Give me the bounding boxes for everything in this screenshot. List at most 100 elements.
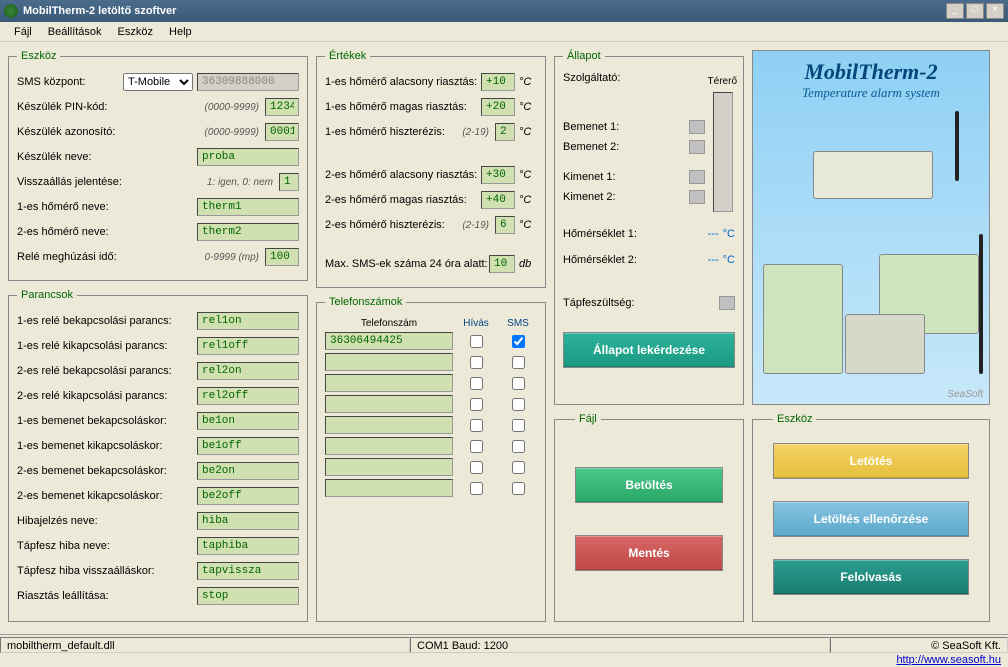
call-checkbox-6[interactable] [470, 461, 483, 474]
eszkoz-legend: Eszköz [17, 50, 60, 62]
status-file: mobiltherm_default.dll [0, 637, 410, 653]
r1on-input[interactable] [197, 312, 299, 330]
h1hist-input[interactable] [495, 123, 515, 141]
device-icon [845, 314, 925, 374]
titlebar: MobilTherm-2 letöltő szoftver _ □ × [0, 0, 1008, 22]
parancsok-legend: Parancsok [17, 289, 77, 301]
call-checkbox-1[interactable] [470, 356, 483, 369]
phone-input-1[interactable] [325, 353, 453, 371]
h1high-input[interactable] [481, 98, 515, 116]
sms-kozpont-select[interactable]: T-Mobile [123, 73, 193, 91]
sms-checkbox-3[interactable] [512, 398, 525, 411]
close-button[interactable]: × [986, 3, 1004, 19]
tap-label: Tápfeszültség: [563, 297, 719, 309]
be1-label: Bemenet 1: [563, 121, 689, 133]
h2low-input[interactable] [481, 166, 515, 184]
download-button[interactable]: Letötés [773, 443, 969, 479]
rele-input[interactable] [265, 248, 299, 266]
load-button[interactable]: Betöltés [575, 467, 723, 503]
menu-file[interactable]: Fájl [6, 24, 40, 40]
hiba-input[interactable] [197, 512, 299, 530]
call-checkbox-4[interactable] [470, 419, 483, 432]
menu-tool[interactable]: Eszköz [110, 24, 161, 40]
sms-checkbox-4[interactable] [512, 419, 525, 432]
phone-input-7[interactable] [325, 479, 453, 497]
menu-settings[interactable]: Beállítások [40, 24, 110, 40]
sms-checkbox-6[interactable] [512, 461, 525, 474]
product-title: MobilTherm-2 [753, 59, 989, 85]
r2on-label: 2-es relé bekapcsolási parancs: [17, 365, 197, 377]
read-button[interactable]: Felolvasás [773, 559, 969, 595]
pin-hint: (0000-9999) [205, 102, 259, 113]
t2-value: --- [708, 254, 719, 266]
nev-label: Készülék neve: [17, 151, 197, 163]
azonosito-input[interactable] [265, 123, 299, 141]
h1low-input[interactable] [481, 73, 515, 91]
t1-label: Hőmérséklet 1: [563, 228, 708, 240]
b1on-input[interactable] [197, 412, 299, 430]
celsius-unit: °C [519, 76, 537, 88]
sms-col-header: SMS [499, 318, 537, 329]
h2high-input[interactable] [481, 191, 515, 209]
sms-checkbox-5[interactable] [512, 440, 525, 453]
t1-value: --- [708, 228, 719, 240]
verify-button[interactable]: Letöltés ellenőrzése [773, 501, 969, 537]
minimize-button[interactable]: _ [946, 3, 964, 19]
call-checkbox-7[interactable] [470, 482, 483, 495]
phone-input-3[interactable] [325, 395, 453, 413]
query-status-button[interactable]: Állapot lekérdezése [563, 332, 735, 368]
h1-name-input[interactable] [197, 198, 299, 216]
rele-hint: 0-9999 (mp) [205, 252, 259, 263]
b2on-input[interactable] [197, 462, 299, 480]
save-button[interactable]: Mentés [575, 535, 723, 571]
h2-name-input[interactable] [197, 223, 299, 241]
eszkoz-group: Eszköz SMS központ: T-Mobile Készülék PI… [8, 50, 308, 281]
nev-input[interactable] [197, 148, 299, 166]
h2hist-input[interactable] [495, 216, 515, 234]
phone-input-4[interactable] [325, 416, 453, 434]
allapot-group: Állapot Térerő Szolgáltató: Bemenet 1: B… [554, 50, 744, 405]
telefon-group: Telefonszámok Telefonszám Hívás SMS [316, 296, 546, 622]
phone-input-6[interactable] [325, 458, 453, 476]
h1-name-label: 1-es hőmérő neve: [17, 201, 197, 213]
call-checkbox-2[interactable] [470, 377, 483, 390]
call-checkbox-3[interactable] [470, 398, 483, 411]
vissza-input[interactable] [279, 173, 299, 191]
call-checkbox-0[interactable] [470, 335, 483, 348]
phone-input-5[interactable] [325, 437, 453, 455]
app-icon [4, 4, 18, 18]
call-col-header: Hívás [457, 318, 495, 329]
azonosito-hint: (0000-9999) [205, 127, 259, 138]
sms-checkbox-7[interactable] [512, 482, 525, 495]
website-link[interactable]: http://www.seasoft.hu [896, 654, 1001, 666]
be1-indicator [689, 120, 705, 134]
pin-input[interactable] [265, 98, 299, 116]
h1low-label: 1-es hőmérő alacsony riasztás: [325, 76, 481, 88]
b2on-label: 2-es bemenet bekapcsoláskor: [17, 465, 197, 477]
phone-input-0[interactable] [325, 332, 453, 350]
stop-input[interactable] [197, 587, 299, 605]
signal-meter [713, 92, 733, 212]
sms-kozpont-label: SMS központ: [17, 76, 123, 88]
antenna-icon [979, 234, 983, 374]
r2on-input[interactable] [197, 362, 299, 380]
sms-checkbox-0[interactable] [512, 335, 525, 348]
b1off-input[interactable] [197, 437, 299, 455]
maximize-button[interactable]: □ [966, 3, 984, 19]
tapvissza-input[interactable] [197, 562, 299, 580]
menu-help[interactable]: Help [161, 24, 200, 40]
sms-checkbox-2[interactable] [512, 377, 525, 390]
brand-logo: SeaSoft [947, 389, 983, 400]
sms-checkbox-1[interactable] [512, 356, 525, 369]
phone-input-2[interactable] [325, 374, 453, 392]
fajl-legend: Fájl [575, 413, 601, 425]
sms-kozpont-number[interactable] [197, 73, 299, 91]
maxsms-input[interactable] [489, 255, 515, 273]
r2off-input[interactable] [197, 387, 299, 405]
b2off-input[interactable] [197, 487, 299, 505]
r1on-label: 1-es relé bekapcsolási parancs: [17, 315, 197, 327]
call-checkbox-5[interactable] [470, 440, 483, 453]
ertekek-legend: Értékek [325, 50, 370, 62]
taphiba-input[interactable] [197, 537, 299, 555]
r1off-input[interactable] [197, 337, 299, 355]
